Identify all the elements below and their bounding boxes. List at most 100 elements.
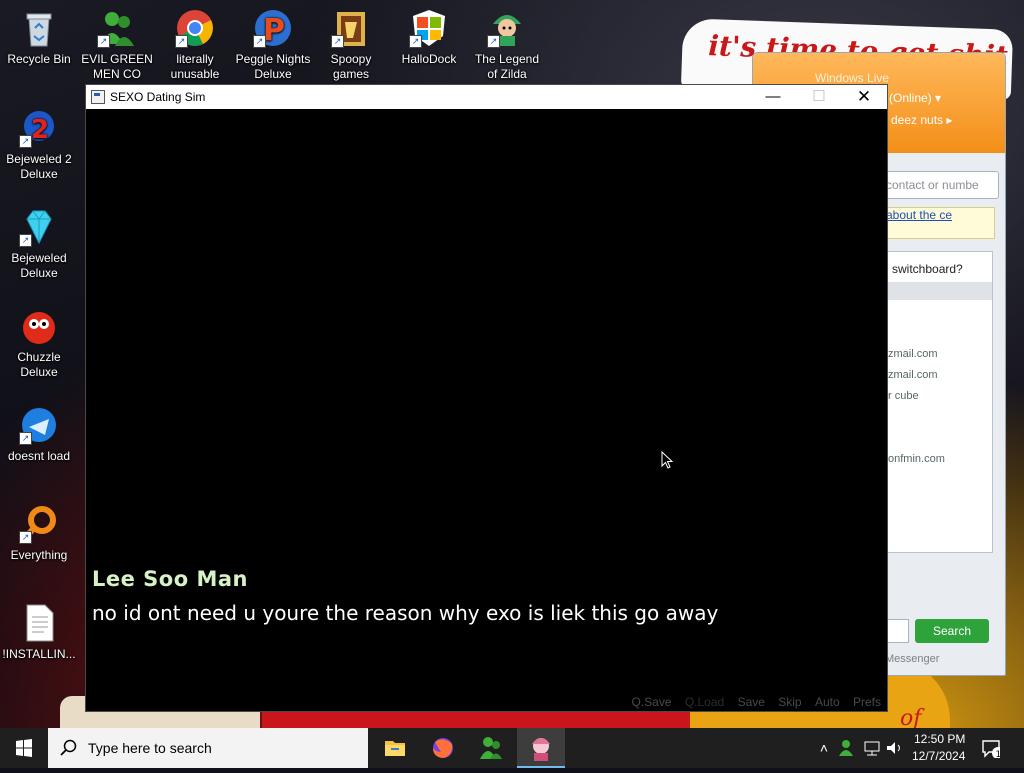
search-icon bbox=[60, 739, 77, 756]
desktop-icon-label: Spoopy games bbox=[330, 52, 372, 81]
magnifier-icon: ↗ bbox=[19, 504, 59, 544]
skip-button[interactable]: Skip bbox=[778, 695, 801, 709]
maximize-button[interactable]: ☐ bbox=[796, 85, 842, 109]
desktop-icon-label: doesnt load bbox=[7, 449, 71, 463]
shortcut-arrow-icon: ↗ bbox=[19, 234, 32, 247]
taskbar-firefox[interactable] bbox=[419, 728, 467, 768]
windows-shield-icon: ↗ bbox=[409, 8, 449, 48]
messenger-news-link[interactable]: about the ce bbox=[875, 207, 995, 239]
desktop-icon-spoopy-games[interactable]: ↗ Spoopy games bbox=[313, 8, 389, 82]
desktop-icon-recycle-bin[interactable]: Recycle Bin bbox=[1, 8, 77, 67]
desktop-icon-legend-of-zilda[interactable]: ↗ The Legend of Zilda bbox=[469, 8, 545, 82]
windows-logo-icon bbox=[16, 739, 32, 757]
game-window[interactable]: SEXO Dating Sim — ☐ ✕ Lee Soo Man no id … bbox=[85, 84, 888, 712]
speaker-name: Lee Soo Man bbox=[92, 567, 248, 591]
peggle-icon: P ↗ bbox=[253, 8, 293, 48]
desktop-icon-literally-unusable[interactable]: ↗ literally unusable bbox=[157, 8, 233, 82]
network-icon[interactable] bbox=[862, 738, 882, 758]
notification-icon[interactable]: 1 bbox=[980, 738, 1000, 758]
messenger-nickname[interactable]: deez nuts ▸ bbox=[891, 113, 952, 127]
desktop-icon-label: HalloDock bbox=[401, 52, 457, 66]
start-button[interactable] bbox=[0, 728, 48, 768]
dialogue-text[interactable]: no id ont need u youre the reason why ex… bbox=[92, 601, 718, 625]
desktop-icon-everything[interactable]: ↗ Everything bbox=[1, 504, 77, 563]
folder-icon: ↗ bbox=[331, 8, 371, 48]
recycle-bin-icon bbox=[19, 8, 59, 48]
chevron-up-icon[interactable]: ˄ bbox=[814, 738, 834, 758]
messenger-status[interactable]: (Online) ▾ bbox=[889, 91, 941, 105]
contact-item[interactable]: zmail.com bbox=[888, 369, 938, 381]
messenger-people-icon bbox=[480, 737, 502, 759]
chuzzle-creature-icon bbox=[19, 306, 59, 346]
desktop-icon-installing[interactable]: !INSTALLIN... bbox=[1, 603, 77, 662]
window-titlebar[interactable]: SEXO Dating Sim — ☐ ✕ bbox=[86, 85, 887, 109]
desktop-icon-label: literally unusable bbox=[170, 52, 220, 81]
desktop-icon-doesnt-load[interactable]: ↗ doesnt load bbox=[1, 405, 77, 464]
taskbar-messenger[interactable] bbox=[467, 728, 515, 768]
desktop-icon-label: Bejeweled Deluxe bbox=[11, 251, 67, 280]
window-title: SEXO Dating Sim bbox=[110, 90, 206, 104]
auto-button[interactable]: Auto bbox=[815, 695, 840, 709]
desktop-icon-label: !INSTALLIN... bbox=[2, 647, 76, 661]
desktop-icon-hallodock[interactable]: ↗ HalloDock bbox=[391, 8, 467, 67]
messenger-people-icon: ↗ bbox=[97, 8, 137, 48]
shortcut-arrow-icon: ↗ bbox=[409, 35, 422, 48]
contact-item[interactable]: r cube bbox=[888, 390, 919, 402]
close-button[interactable]: ✕ bbox=[841, 85, 887, 109]
mouse-cursor-icon bbox=[661, 451, 673, 469]
messenger-title: Windows Live bbox=[815, 71, 890, 85]
quick-menu: Q.Save Q.Load Save Skip Auto Prefs bbox=[621, 695, 881, 709]
shortcut-arrow-icon: ↗ bbox=[487, 35, 500, 48]
zilda-character-icon: ↗ bbox=[487, 8, 527, 48]
quick-save-button[interactable]: Q.Save bbox=[631, 695, 671, 709]
clock-date[interactable]: 12/7/2024 bbox=[912, 749, 965, 763]
taskbar-search-input[interactable]: Type here to search bbox=[48, 728, 368, 768]
list-item[interactable] bbox=[876, 282, 992, 300]
taskbar-dating-sim[interactable] bbox=[517, 728, 565, 768]
diamond-gem-icon: ↗ bbox=[19, 207, 59, 247]
shortcut-arrow-icon: ↗ bbox=[331, 35, 344, 48]
save-button[interactable]: Save bbox=[738, 695, 765, 709]
clock-time[interactable]: 12:50 PM bbox=[914, 732, 965, 746]
bejeweled-2-icon: 2 ↗ bbox=[19, 108, 59, 148]
contact-item[interactable]: zmail.com bbox=[888, 348, 938, 360]
desktop-icon-label: Bejeweled 2 Deluxe bbox=[6, 152, 72, 181]
shortcut-arrow-icon: ↗ bbox=[19, 432, 32, 445]
desktop-icon-peggle-nights[interactable]: P ↗ Peggle Nights Deluxe bbox=[235, 8, 311, 82]
taskbar: Type here to search ˄ 12:50 PM 12/7/2024… bbox=[0, 728, 1024, 768]
shortcut-arrow-icon: ↗ bbox=[175, 35, 188, 48]
desktop-icon-label: Everything bbox=[10, 548, 68, 562]
desktop-icon-bejeweled[interactable]: ↗ Bejeweled Deluxe bbox=[1, 207, 77, 281]
chrome-icon: ↗ bbox=[175, 8, 215, 48]
volume-icon[interactable] bbox=[884, 738, 904, 758]
search-placeholder: Type here to search bbox=[88, 740, 212, 756]
prefs-button[interactable]: Prefs bbox=[853, 695, 881, 709]
svg-text:2: 2 bbox=[31, 115, 49, 145]
messenger-contact-list[interactable]: switchboard? zmail.com zmail.com r cube … bbox=[875, 251, 993, 553]
desktop-icon-label: The Legend of Zilda bbox=[474, 52, 540, 81]
text-file-icon bbox=[19, 603, 59, 643]
shortcut-arrow-icon: ↗ bbox=[19, 135, 32, 148]
shortcut-arrow-icon: ↗ bbox=[97, 35, 110, 48]
messenger-search-button[interactable]: Search bbox=[915, 619, 989, 643]
notification-count: 1 bbox=[996, 750, 1001, 758]
app-window-icon bbox=[91, 90, 105, 104]
messenger-search-input[interactable]: contact or numbe bbox=[873, 171, 999, 199]
minimize-button[interactable]: — bbox=[750, 85, 796, 109]
desktop-icon-chuzzle[interactable]: Chuzzle Deluxe bbox=[1, 306, 77, 380]
quick-load-button[interactable]: Q.Load bbox=[685, 695, 724, 709]
desktop-icon-label: EVIL GREEN MEN CO bbox=[81, 52, 153, 81]
desktop-icon-bejeweled-2[interactable]: 2 ↗ Bejeweled 2 Deluxe bbox=[1, 108, 77, 182]
contact-item[interactable]: onfmin.com bbox=[888, 453, 945, 465]
taskbar-file-explorer[interactable] bbox=[371, 728, 419, 768]
thunderbird-icon: ↗ bbox=[19, 405, 59, 445]
shortcut-arrow-icon: ↗ bbox=[19, 531, 32, 544]
desktop-icon-label: Chuzzle Deluxe bbox=[17, 350, 61, 379]
desktop-icon-label: Recycle Bin bbox=[7, 52, 71, 66]
messenger-switchboard-text: switchboard? bbox=[892, 262, 963, 276]
folder-icon bbox=[385, 741, 405, 756]
game-stage[interactable]: Lee Soo Man no id ont need u youre the r… bbox=[86, 109, 887, 711]
messenger-tray-icon[interactable] bbox=[838, 738, 858, 758]
svg-text:P: P bbox=[263, 13, 285, 48]
desktop-icon-evil-green-men[interactable]: ↗ EVIL GREEN MEN CO bbox=[79, 8, 155, 82]
